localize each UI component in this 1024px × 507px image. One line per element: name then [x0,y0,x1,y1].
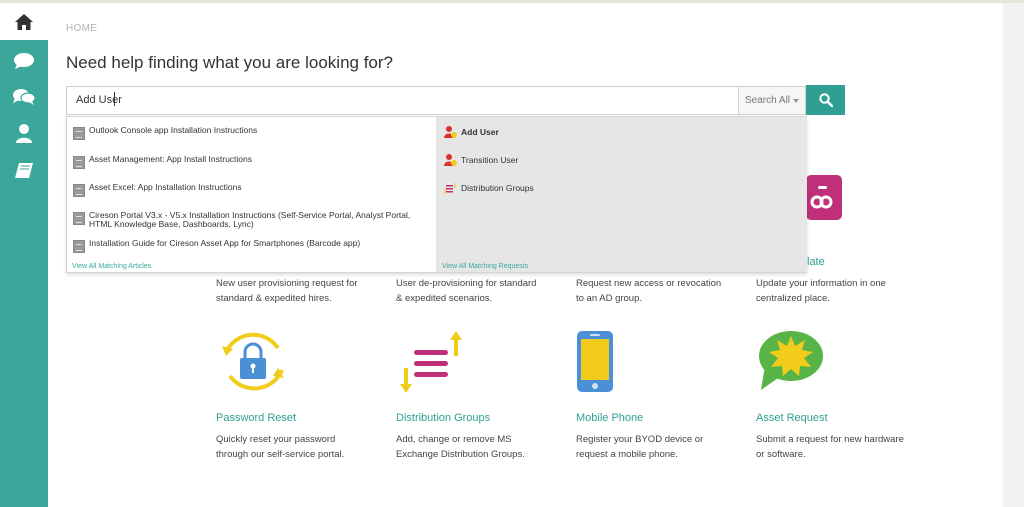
nav-profile[interactable] [0,115,48,151]
desc-line: centralized place. [756,292,830,304]
desc-line: Update your information in one [756,278,886,289]
nav-knowledge[interactable] [0,153,48,189]
article-title: Installation Guide for Cireson Asset App… [89,238,361,248]
desc-line: Request new access or revocation [576,278,722,289]
tile-transition-user-desc: User de-provisioning for standard & expe… [396,277,556,306]
lock-icon[interactable] [216,330,288,399]
search-icon [818,93,833,107]
tile-add-user-desc: New user provisioning request for standa… [216,277,376,306]
article-title: Asset Excel: App Installation Instructio… [89,182,242,192]
request-title: Transition User [461,155,519,165]
search-input[interactable]: Add User [66,86,739,115]
view-all-requests-link[interactable]: View All Matching Requests [442,263,528,270]
tile-asset-request-name[interactable]: Asset Request [756,412,828,424]
user-icon [16,124,32,143]
tile-distribution-groups-name[interactable]: Distribution Groups [396,412,490,424]
desc-line: & expedited scenarios. [396,292,493,304]
search-button[interactable] [806,85,845,115]
text-caret [114,92,115,106]
tile-distribution-groups-desc: Add, change or remove MS Exchange Distri… [396,433,556,462]
desc-line: Exchange Distribution Groups. [396,448,525,460]
sidebar [0,3,48,507]
page-title: Need help finding what you are looking f… [66,53,393,72]
view-all-articles-link[interactable]: View All Matching Articles [72,263,151,270]
burst-bubble-icon[interactable] [757,330,825,397]
nav-chat[interactable] [0,43,48,79]
desc-line: New user provisioning request for [216,278,358,289]
desc-line: standard & expedited hires. [216,292,332,304]
tile-ad-group-desc: Request new access or revocation to an A… [576,277,736,306]
article-suggestion[interactable]: Asset Excel: App Installation Instructio… [73,183,433,197]
tile-password-reset-desc: Quickly reset your password through our … [216,433,376,462]
request-title: Distribution Groups [461,183,534,193]
article-suggestion[interactable]: Asset Management: App Install Instructio… [73,155,433,169]
request-title: Add User [461,127,499,137]
article-title: Asset Management: App Install Instructio… [89,154,253,164]
tile-update-info-desc: Update your information in one centraliz… [756,277,916,306]
desc-line: to an AD group. [576,292,643,304]
desc-line: Register your BYOD device or [576,434,704,445]
home-icon [15,13,33,30]
document-icon [73,127,85,140]
tile-mobile-phone-desc: Register your BYOD device or request a m… [576,433,736,462]
desc-line: or software. [756,448,806,460]
tile-mobile-phone-name[interactable]: Mobile Phone [576,412,643,424]
book-icon [15,163,33,178]
desc-line: User de-provisioning for standard [396,278,537,289]
add-user-icon [444,126,457,138]
desc-line: through our self-service portal. [216,448,345,460]
article-title: Outlook Console app Installation Instruc… [89,125,258,135]
request-suggestions: Add User Transition User Distribution Gr… [436,117,807,272]
article-title: Cireson Portal V3.x - V5.x Installation … [89,210,411,229]
distribution-arrows-icon[interactable] [398,330,466,399]
desc-line: request a mobile phone. [576,448,678,460]
breadcrumb[interactable]: HOME [66,23,97,34]
distribution-list-icon [444,183,456,194]
chevron-down-icon [793,98,800,103]
desc-line: Quickly reset your password [216,434,336,445]
comments-icon [13,89,36,105]
article-suggestion[interactable]: Outlook Console app Installation Instruc… [73,126,433,140]
tile-update-name-fragment[interactable]: late [807,256,825,268]
scrollbar-gutter [1003,3,1024,507]
search-suggestions-dropdown: Outlook Console app Installation Instruc… [66,116,807,273]
document-icon [73,184,85,197]
nav-conversations[interactable] [0,79,48,115]
transition-user-icon [444,154,457,166]
desc-line: Add, change or remove MS [396,434,512,445]
request-suggestion[interactable]: Transition User [444,154,518,166]
request-suggestion[interactable]: Add User [444,126,499,138]
update-info-icon[interactable] [806,175,842,225]
search-scope-label: Search All [744,95,791,106]
article-suggestions: Outlook Console app Installation Instruc… [67,117,436,272]
document-icon [73,212,85,225]
top-border [0,0,1024,3]
tile-password-reset-name[interactable]: Password Reset [216,412,296,424]
article-suggestion[interactable]: Cireson Portal V3.x - V5.x Installation … [73,211,433,229]
desc-line: Submit a request for new hardware [756,434,904,445]
document-icon [73,240,85,253]
search-scope-dropdown[interactable]: Search All [739,86,806,115]
chat-bubble-icon [14,53,34,69]
nav-home[interactable] [0,3,48,40]
tile-asset-request-desc: Submit a request for new hardware or sof… [756,433,916,462]
article-suggestion[interactable]: Installation Guide for Cireson Asset App… [73,239,433,253]
document-icon [73,156,85,169]
mobile-phone-icon[interactable] [576,330,614,398]
request-suggestion[interactable]: Distribution Groups [444,182,534,194]
